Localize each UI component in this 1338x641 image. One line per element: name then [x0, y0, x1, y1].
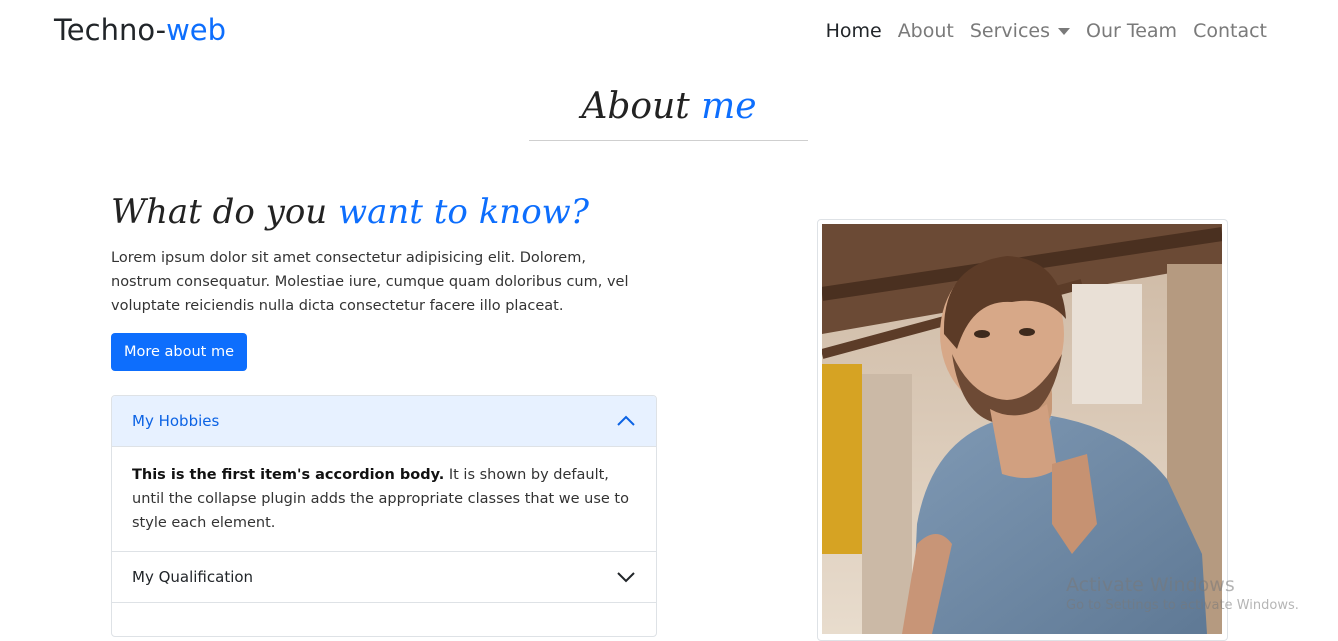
accordion-body-bold: This is the first item's accordion body.: [132, 467, 445, 483]
chevron-up-icon: [616, 415, 636, 427]
section-title-text: About: [581, 86, 702, 127]
brand-logo[interactable]: Techno-web: [54, 13, 226, 47]
windows-activation-watermark: Activate Windows Go to Settings to activ…: [1066, 574, 1299, 613]
section-title-accent: me: [701, 86, 757, 127]
nav-home[interactable]: Home: [818, 20, 890, 42]
brand-text: Techno-: [54, 13, 167, 47]
intro-heading-text: What do you: [111, 192, 339, 232]
nav-services-label: Services: [969, 20, 1050, 42]
watermark-title: Activate Windows: [1066, 574, 1235, 596]
accordion: My Hobbies This is the first item's acco…: [111, 395, 657, 637]
brand-accent-text: web: [166, 13, 227, 47]
accordion-body-hobbies: This is the first item's accordion body.…: [112, 447, 656, 551]
nav-about[interactable]: About: [890, 20, 962, 42]
portrait-photo: [822, 224, 1222, 634]
intro-heading-accent: want to know?: [338, 192, 589, 232]
accordion-title-qualification: My Qualification: [132, 568, 254, 586]
nav-our-team[interactable]: Our Team: [1078, 20, 1185, 42]
nav-contact[interactable]: Contact: [1185, 20, 1275, 42]
section-title: About me: [0, 86, 1338, 127]
more-about-me-button[interactable]: More about me: [111, 333, 247, 371]
nav-services-dropdown[interactable]: Services: [962, 20, 1078, 42]
chevron-down-icon: [616, 571, 636, 583]
title-divider: [529, 140, 808, 141]
nav-menu: Home About Services Our Team Contact: [818, 20, 1275, 42]
accordion-header-qualification[interactable]: My Qualification: [112, 551, 656, 602]
intro-heading: What do you want to know?: [111, 192, 589, 232]
accordion-title-hobbies: My Hobbies: [132, 412, 220, 430]
intro-paragraph: Lorem ipsum dolor sit amet consectetur a…: [111, 250, 629, 314]
caret-down-icon: [1058, 27, 1070, 35]
accordion-header-hobbies[interactable]: My Hobbies: [112, 396, 656, 447]
navbar: Techno-web Home About Services Our Team …: [0, 0, 1338, 66]
watermark-subtitle: Go to Settings to activate Windows.: [1066, 598, 1299, 613]
accordion-header-next[interactable]: [112, 602, 656, 636]
